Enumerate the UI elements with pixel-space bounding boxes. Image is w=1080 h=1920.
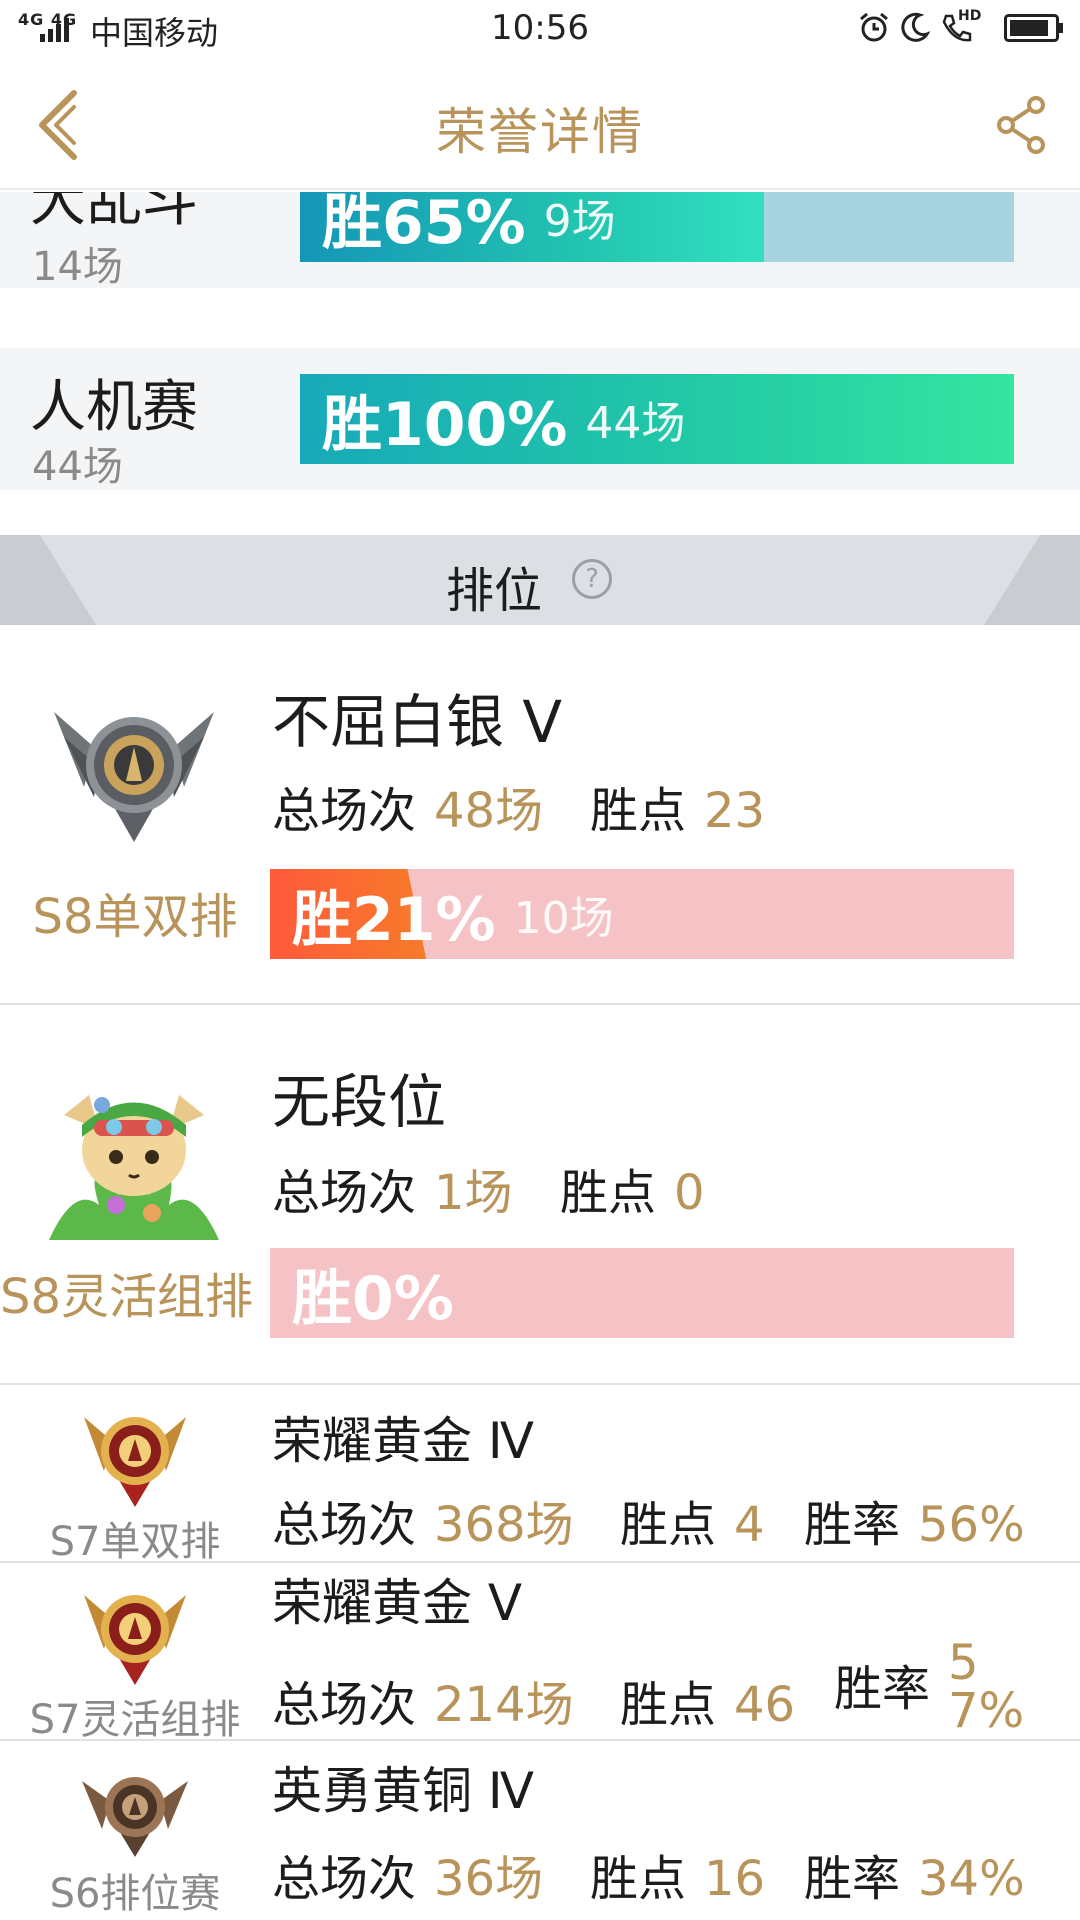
total-games-stat: 总场次 1场: [272, 1153, 513, 1223]
winrate-label: 胜率: [804, 1497, 901, 1553]
season-label: S8单双排: [32, 889, 238, 945]
ranked-history-s7-solo[interactable]: S7单双排 荣耀黄金 Ⅳ 总场次 368场 胜点 4 胜率 56%: [0, 1385, 1080, 1565]
share-icon[interactable]: [996, 96, 1046, 154]
header-right-wing: [984, 535, 1080, 625]
silver-emblem-icon: [54, 712, 214, 842]
winrate-label: 胜100%: [322, 389, 568, 460]
mode-row-ai: 人机赛 44场 胜100% 44场: [0, 348, 1080, 490]
points-stat: 胜点 4: [620, 1485, 765, 1555]
winrate-text: 胜65% 9场: [322, 192, 616, 258]
winrate-label: 胜65%: [322, 192, 526, 258]
mode-games: 44场: [32, 444, 123, 490]
rank-name: 无段位: [272, 1068, 447, 1136]
ranked-history-s7-flex[interactable]: S7灵活组排 荣耀黄金 V 总场次 214场 胜点 46 胜率 57%: [0, 1563, 1080, 1739]
total-games-value: 1场: [434, 1165, 513, 1221]
total-games-value: 36场: [434, 1851, 544, 1907]
nav-bar: 荣誉详情: [0, 60, 1080, 190]
winrate-bar: 胜0%: [270, 1248, 1014, 1338]
winrate-bar: 胜21% 10场: [270, 869, 1014, 959]
ranked-history-s6[interactable]: S6排位赛 英勇黄铜 Ⅳ 总场次 36场 胜点 16 胜率 34%: [0, 1741, 1080, 1920]
gold-emblem-icon: [84, 1595, 186, 1685]
points-label: 胜点: [590, 1851, 687, 1907]
battery-icon: [1004, 14, 1063, 42]
total-games-stat: 总场次 214场: [272, 1665, 574, 1735]
rank-name: 荣耀黄金 V: [272, 1574, 523, 1632]
rank-name: 英勇黄铜 Ⅳ: [272, 1762, 535, 1820]
season-label: S8灵活组排: [0, 1269, 254, 1325]
alarm-icon: [860, 12, 888, 42]
points-label: 胜点: [620, 1677, 717, 1733]
total-games-label: 总场次: [272, 783, 417, 839]
points-value: 4: [734, 1497, 765, 1553]
winrate-games: 9场: [543, 196, 616, 247]
bronze-emblem-icon: [82, 1777, 188, 1857]
rank-name: 荣耀黄金 Ⅳ: [272, 1412, 535, 1470]
teemo-avatar-icon: [49, 1095, 219, 1240]
winrate-label: 胜率: [804, 1851, 901, 1907]
points-value: 0: [674, 1165, 705, 1221]
winrate-stat: 胜率 34%: [804, 1839, 1025, 1909]
rank-name: 不屈白银 V: [272, 688, 563, 756]
winrate-text: 胜21% 10场: [292, 869, 614, 959]
ranked-card-s8-solo[interactable]: S8单双排 不屈白银 V 总场次 48场 胜点 23 胜21% 10场: [0, 625, 1080, 1003]
moon-icon: [901, 12, 930, 42]
winrate-text: 胜0%: [292, 1248, 454, 1338]
total-games-stat: 总场次 36场: [272, 1839, 543, 1909]
total-games-stat: 总场次 48场: [272, 771, 543, 841]
total-games-stat: 总场次 368场: [272, 1485, 574, 1555]
gold-emblem-icon: [84, 1417, 186, 1507]
winrate-games: 44场: [585, 398, 686, 449]
call-hd-label: HD: [958, 8, 982, 24]
header-left-wing: [0, 535, 96, 625]
points-stat: 胜点 46: [620, 1665, 795, 1735]
mode-games: 14场: [32, 244, 123, 288]
total-games-value: 214场: [434, 1677, 574, 1733]
mode-row-brawl: 大乱斗 14场 胜65% 9场: [0, 192, 1080, 288]
winrate-text: 胜100% 44场: [322, 374, 685, 464]
total-games-label: 总场次: [272, 1165, 417, 1221]
page-title: 荣誉详情: [436, 103, 644, 161]
points-value: 16: [704, 1851, 766, 1907]
mode-name: 大乱斗: [30, 192, 198, 234]
winrate-games: 10场: [513, 893, 614, 944]
winrate-stat: 胜率 56%: [804, 1485, 1025, 1555]
help-icon[interactable]: ?: [572, 559, 612, 599]
winrate-bar: 胜65% 9场: [300, 192, 1014, 262]
total-games-label: 总场次: [272, 1851, 417, 1907]
points-label: 胜点: [590, 783, 687, 839]
winrate-label: 胜0%: [292, 1263, 454, 1334]
points-stat: 胜点 0: [560, 1153, 705, 1223]
total-games-label: 总场次: [272, 1497, 417, 1553]
help-icon-glyph: ?: [585, 564, 599, 594]
mode-name: 人机赛: [30, 375, 198, 440]
total-games-value: 368场: [434, 1497, 574, 1553]
winrate-value: 34%: [918, 1851, 1025, 1907]
season-label: S7单双排: [49, 1519, 221, 1565]
total-games-value: 48场: [434, 783, 544, 839]
points-label: 胜点: [620, 1497, 717, 1553]
winrate-label: 胜21%: [292, 884, 496, 955]
points-value: 46: [734, 1677, 796, 1733]
winrate-stat: 胜率 57%: [834, 1639, 1024, 1735]
winrate-bar: 胜100% 44场: [300, 374, 1014, 464]
season-label: S7灵活组排: [29, 1697, 241, 1739]
points-stat: 胜点 16: [590, 1839, 765, 1909]
season-label: S6排位赛: [49, 1871, 221, 1917]
section-title: 排位: [446, 563, 543, 619]
points-stat: 胜点 23: [590, 771, 765, 841]
winrate-value: 57%: [948, 1635, 1025, 1739]
winrate-value: 56%: [918, 1497, 1025, 1553]
total-games-label: 总场次: [272, 1677, 417, 1733]
ranked-section-header: 排位 ?: [0, 535, 1080, 625]
points-label: 胜点: [560, 1165, 657, 1221]
winrate-label: 胜率: [834, 1661, 931, 1717]
status-bar: 4G 4G 中国移动 10:56 HD: [0, 0, 1080, 60]
ranked-card-s8-flex[interactable]: S8灵活组排 无段位 总场次 1场 胜点 0 胜0%: [0, 1005, 1080, 1385]
points-value: 23: [704, 783, 766, 839]
